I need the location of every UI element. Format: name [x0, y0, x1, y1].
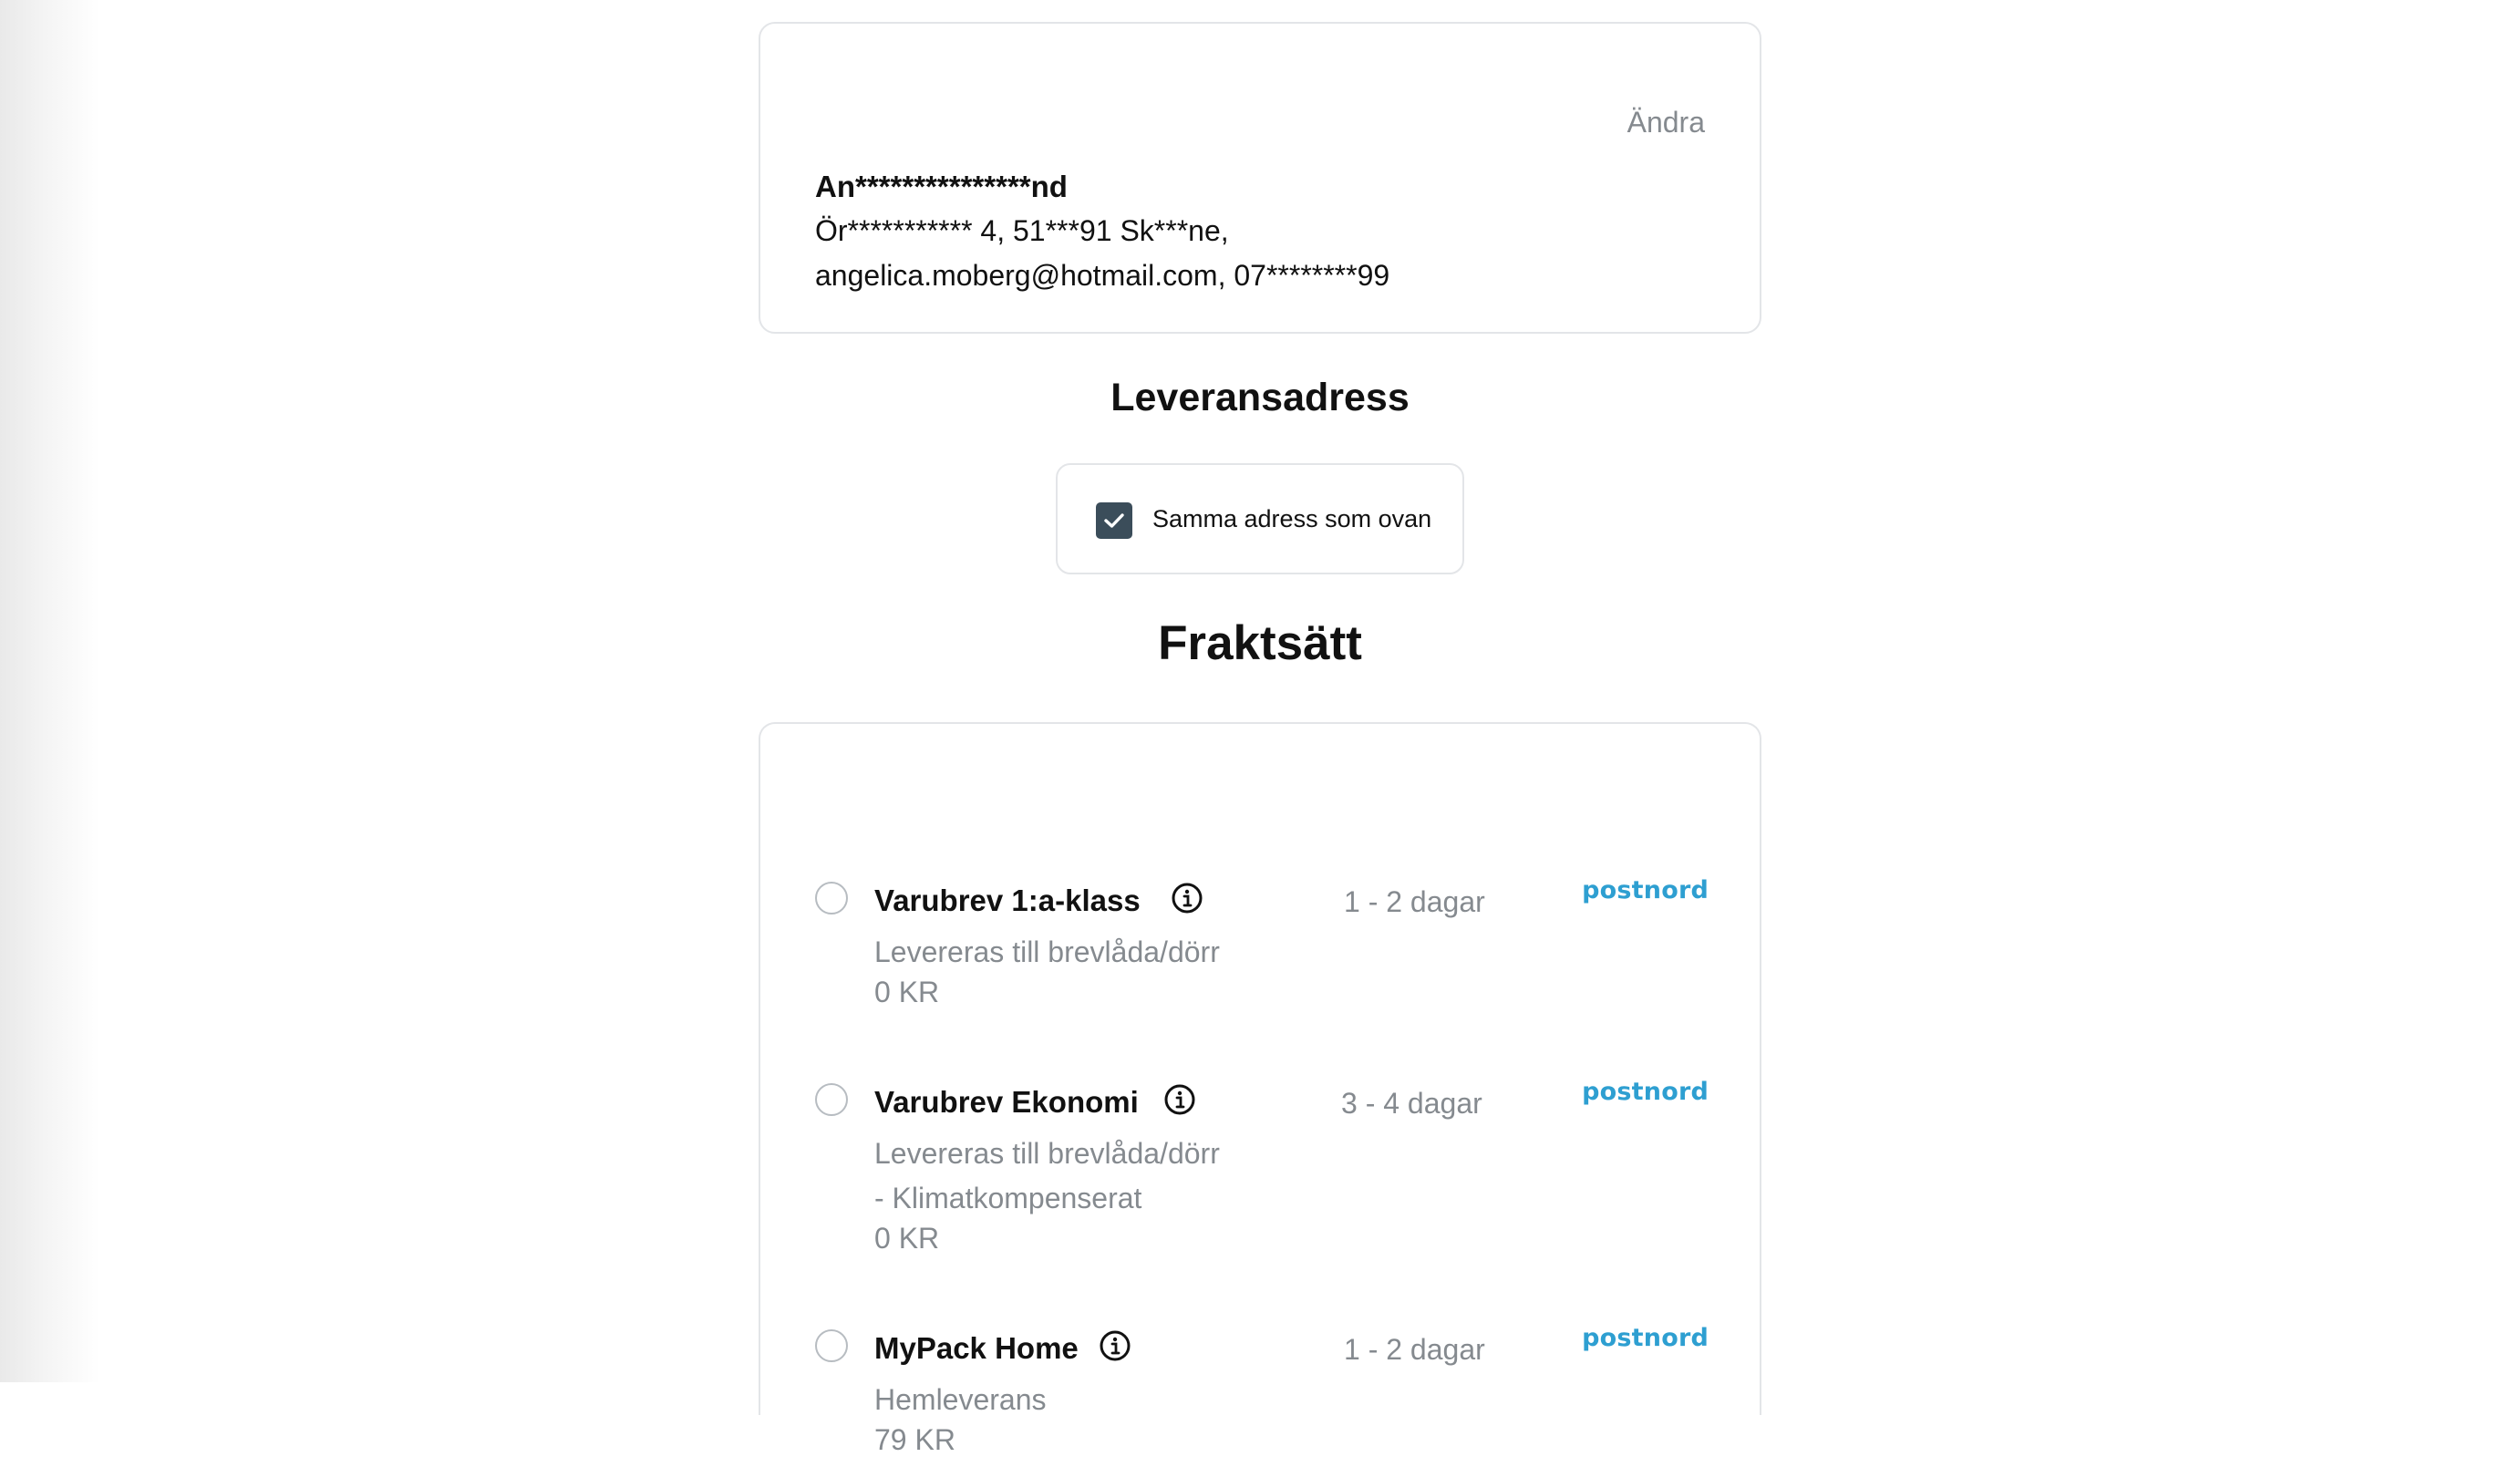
shipping-option-price: 0 KR [874, 976, 940, 1008]
shipping-option-radio[interactable] [815, 1329, 848, 1362]
shipping-option-price: 0 KR [874, 1222, 940, 1255]
delivery-address-title: Leveransadress [1110, 376, 1410, 419]
shipping-option-delivery-time: 3 - 4 dagar [1341, 1087, 1482, 1120]
shipping-method-title: Fraktsätt [1158, 616, 1362, 670]
shipping-option-varubrev-1a-klass[interactable]: Varubrev 1:a-klass 1 - 2 dagar postnord … [760, 876, 1763, 1028]
postnord-logo: postnord [1582, 1078, 1709, 1106]
shipping-option-price: 79 KR [874, 1423, 955, 1456]
shipping-option-delivery-time: 1 - 2 dagar [1344, 885, 1485, 918]
shipping-option-description: Levereras till brevlåda/dörr - Klimatkom… [874, 1132, 1285, 1221]
change-link[interactable]: Ändra [1627, 106, 1705, 140]
left-edge-shadow [0, 0, 100, 1382]
shipping-options-card: Varubrev 1:a-klass 1 - 2 dagar postnord … [759, 722, 1763, 1456]
shipping-option-name: Varubrev Ekonomi [874, 1085, 1139, 1119]
info-icon[interactable] [1163, 1083, 1196, 1116]
customer-name: An***************nd [815, 170, 1068, 203]
same-address-label: Samma adress som ovan [1152, 505, 1432, 532]
customer-info-card: Ändra An***************nd Ör*********** … [759, 22, 1761, 334]
shipping-option-mypack-home[interactable]: MyPack Home 1 - 2 dagar postnord Hemleve… [760, 1324, 1763, 1456]
shipping-option-description: Levereras till brevlåda/dörr [874, 935, 1220, 968]
shipping-option-name: MyPack Home [874, 1331, 1079, 1365]
shipping-option-radio[interactable] [815, 882, 848, 914]
customer-address: Ör*********** 4, 51***91 Sk***ne, [815, 214, 1229, 247]
check-icon [1104, 513, 1124, 528]
shipping-option-radio[interactable] [815, 1083, 848, 1116]
same-address-checkbox[interactable] [1096, 502, 1132, 539]
postnord-logo: postnord [1582, 876, 1709, 904]
shipping-option-description: Hemleverans [874, 1383, 1047, 1416]
shipping-option-varubrev-ekonomi[interactable]: Varubrev Ekonomi 3 - 4 dagar postnord Le… [760, 1078, 1763, 1275]
shipping-option-description-line: Levereras till brevlåda/dörr [874, 1137, 1220, 1170]
shipping-option-name: Varubrev 1:a-klass [874, 884, 1141, 917]
shipping-option-delivery-time: 1 - 2 dagar [1344, 1333, 1485, 1366]
info-icon[interactable] [1171, 882, 1203, 914]
customer-contact: angelica.moberg@hotmail.com, 07********9… [815, 259, 1390, 292]
postnord-logo: postnord [1582, 1324, 1709, 1352]
info-icon[interactable] [1099, 1329, 1131, 1362]
same-address-option[interactable]: Samma adress som ovan [1056, 463, 1464, 574]
shipping-option-description-line: - Klimatkompenserat [874, 1182, 1142, 1214]
